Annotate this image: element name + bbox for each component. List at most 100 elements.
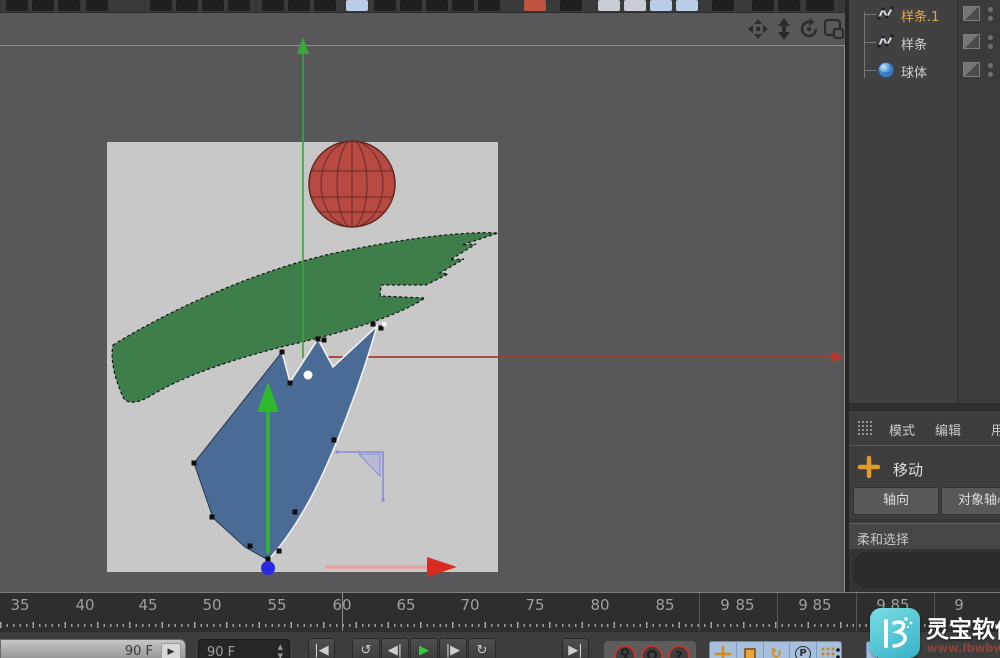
visibility-dot-editor[interactable] <box>988 63 993 68</box>
slider-play-icon[interactable]: ▶ <box>161 643 181 658</box>
object-row-spline1[interactable]: 样条.1 <box>849 0 1000 28</box>
scene-canvas[interactable] <box>0 13 845 592</box>
key-parameter-icon[interactable]: P <box>794 645 812 658</box>
object-label[interactable]: 样条 <box>901 34 927 53</box>
frame-range-slider[interactable]: 90 F ▶ <box>0 639 186 658</box>
spinner-up-icon[interactable]: ▲ <box>278 643 283 651</box>
visibility-dot-render[interactable] <box>988 16 993 21</box>
sphere-icon[interactable] <box>877 61 895 79</box>
keyframe-options-button[interactable]: ? <box>668 645 690 658</box>
viewport[interactable] <box>0 13 845 592</box>
toolbar-button[interactable] <box>624 0 646 11</box>
toolbar-button[interactable] <box>452 0 474 11</box>
slider-value: 90 F <box>125 644 153 658</box>
menu-edit[interactable]: 编辑 <box>935 420 961 439</box>
goto-end-button[interactable]: ▶| <box>562 638 589 658</box>
toolbar-button[interactable] <box>58 0 80 11</box>
key-rotation-icon[interactable]: ↻ <box>767 645 785 658</box>
toolbar-button[interactable] <box>598 0 620 11</box>
toolbar-button-active[interactable] <box>676 0 698 11</box>
toolbar-button[interactable] <box>712 0 734 11</box>
lingbao-logo-icon <box>870 608 920 658</box>
prev-key-button[interactable]: ◀| <box>381 638 409 658</box>
loop-back-button[interactable]: ↺ <box>352 638 380 658</box>
tab-object-axis[interactable]: 对象轴心 <box>941 487 1000 515</box>
key-pla-icon[interactable] <box>820 645 838 658</box>
toolbar-button[interactable] <box>262 0 284 11</box>
toolbar-button[interactable] <box>778 0 800 11</box>
section-soft-selection[interactable]: 柔和选择 <box>849 523 1000 549</box>
record-tray: ? <box>604 641 696 658</box>
move-cross-icon <box>857 455 881 479</box>
toolbar-button[interactable] <box>32 0 54 11</box>
selected-point[interactable] <box>304 371 313 380</box>
visibility-dot-render[interactable] <box>988 44 993 49</box>
ruler-label: 65 <box>396 596 415 614</box>
right-panel: 样条.1 样条 球体 <box>845 0 1000 592</box>
object-row-spline[interactable]: 样条 <box>849 28 1000 56</box>
object-manager: 样条.1 样条 球体 <box>849 0 1000 403</box>
goto-start-button[interactable]: |◀ <box>308 638 335 658</box>
visibility-dot-render[interactable] <box>988 72 993 77</box>
autokey-button[interactable] <box>641 645 663 658</box>
menu-user-data[interactable]: 用户数据 <box>991 420 1000 439</box>
toolbar-button[interactable] <box>524 0 546 11</box>
ruler-label: 50 <box>202 596 221 614</box>
next-key-button[interactable]: |▶ <box>439 638 467 658</box>
visibility-dot-editor[interactable] <box>988 7 993 12</box>
frame-value: 90 F <box>207 645 235 658</box>
ruler-label: 60 <box>332 596 351 614</box>
toolbar-button[interactable] <box>202 0 224 11</box>
sphere-object[interactable] <box>309 141 395 227</box>
panel-body <box>849 549 1000 592</box>
spline-icon[interactable] <box>877 5 895 23</box>
object-label[interactable]: 球体 <box>901 62 927 81</box>
toolbar-button[interactable] <box>314 0 336 11</box>
watermark-title: 灵宝软件 <box>926 610 1000 644</box>
spline-point-white[interactable] <box>382 322 387 327</box>
layer-swatch[interactable] <box>963 62 980 77</box>
watermark-url: www.lbwbw.com <box>927 641 1000 655</box>
toolbar-button[interactable] <box>806 0 834 11</box>
current-frame-field[interactable]: 90 F ▲ ▼ <box>198 639 290 658</box>
layer-swatch[interactable] <box>963 6 980 21</box>
toolbar-button[interactable] <box>6 0 28 11</box>
layer-swatch[interactable] <box>963 34 980 49</box>
loop-fwd-button[interactable]: ↻ <box>468 638 496 658</box>
ruler-label: 35 <box>10 596 29 614</box>
toolbar-button[interactable] <box>478 0 500 11</box>
ruler-label: 9 <box>720 596 730 614</box>
frame-ruler[interactable]: 35 40 45 50 55 60 65 70 75 80 85 9 85 9 … <box>0 593 1000 632</box>
gizmo-origin[interactable] <box>261 561 275 575</box>
coordinates-panel: 模式 编辑 用户数据 移动 轴向 对象轴心 柔和选择 <box>849 411 1000 592</box>
object-label[interactable]: 样条.1 <box>901 6 939 25</box>
toolbar-button[interactable] <box>426 0 448 11</box>
grip-dots-icon[interactable] <box>857 420 873 437</box>
toolbar-button[interactable] <box>400 0 422 11</box>
toolbar-button[interactable] <box>374 0 396 11</box>
toolbar-button[interactable] <box>176 0 198 11</box>
tab-axis[interactable]: 轴向 <box>853 487 939 515</box>
play-button[interactable]: ▶ <box>410 638 438 658</box>
toolbar-button-active[interactable] <box>346 0 368 11</box>
toolbar-button[interactable] <box>86 0 108 11</box>
section-label: 柔和选择 <box>857 529 909 548</box>
collapsed-row[interactable] <box>853 552 1000 588</box>
spline-icon[interactable] <box>877 33 895 51</box>
record-keyframe-button[interactable] <box>614 645 636 658</box>
menu-mode[interactable]: 模式 <box>889 420 915 439</box>
key-position-icon[interactable] <box>714 645 732 658</box>
object-row-sphere[interactable]: 球体 <box>849 56 1000 84</box>
visibility-dot-editor[interactable] <box>988 35 993 40</box>
toolbar-button[interactable] <box>752 0 774 11</box>
keying-options-tray: ↻ P <box>709 641 842 658</box>
key-scale-icon[interactable] <box>741 645 759 658</box>
toolbar-button-active[interactable] <box>650 0 672 11</box>
toolbar-button[interactable] <box>150 0 172 11</box>
toolbar-button[interactable] <box>288 0 310 11</box>
spinner-down-icon[interactable]: ▼ <box>278 652 283 658</box>
toolbar-button[interactable] <box>228 0 250 11</box>
panel-separator[interactable] <box>849 403 1000 411</box>
c4d-window: 样条.1 样条 球体 <box>0 0 1000 658</box>
toolbar-button[interactable] <box>560 0 582 11</box>
